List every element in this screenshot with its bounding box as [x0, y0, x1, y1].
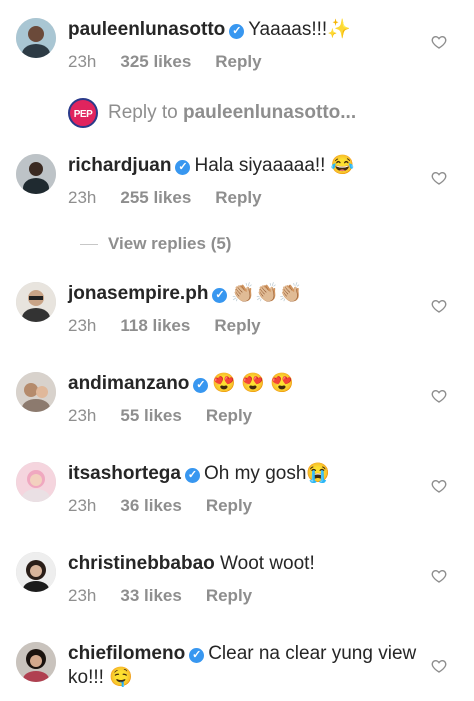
avatar[interactable]: [16, 18, 56, 58]
reply-button[interactable]: Reply: [206, 586, 252, 605]
timestamp: 23h: [68, 406, 97, 425]
likes-count[interactable]: 33 likes: [120, 586, 181, 605]
comment-meta: 23h 118 likes Reply: [68, 316, 285, 336]
comment-meta: 23h 33 likes Reply: [68, 586, 276, 606]
reply-composer[interactable]: PEP Reply to pauleenlunasotto...: [68, 98, 448, 130]
likes-count[interactable]: 325 likes: [120, 52, 191, 71]
reply-prefix: Reply to: [108, 102, 178, 123]
avatar[interactable]: [16, 154, 56, 194]
likes-count[interactable]: 118 likes: [120, 316, 190, 335]
view-replies-divider: [80, 244, 98, 245]
verified-badge-icon: ✓: [189, 648, 205, 663]
heart-icon[interactable]: [431, 658, 447, 674]
avatar[interactable]: [16, 282, 56, 322]
comment-line: andimanzano ✓ 😍 😍 😍: [68, 372, 424, 396]
comment-meta: 23h 255 likes Reply: [68, 188, 286, 208]
comment-text: Yaaaas!!!✨: [248, 19, 351, 40]
reply-button[interactable]: Reply: [206, 406, 252, 425]
reply-button[interactable]: Reply: [215, 188, 261, 207]
comment-line: itsashortega ✓ Oh my gosh😭: [68, 462, 424, 486]
username[interactable]: chiefilomeno: [68, 643, 185, 664]
comment-line: christinebbabao Woot woot!: [68, 552, 424, 576]
comment-meta: 23h 55 likes Reply: [68, 406, 276, 426]
username[interactable]: richardjuan: [68, 155, 171, 176]
comment-meta: 23h 36 likes Reply: [68, 496, 276, 516]
reply-button[interactable]: Reply: [215, 52, 261, 71]
timestamp: 23h: [68, 316, 97, 335]
avatar[interactable]: [16, 462, 56, 502]
comment-line: chiefilomeno ✓ Clear na clear yung view ko…: [68, 642, 424, 690]
timestamp: 23h: [68, 188, 97, 207]
comment-text: 👏🏼👏🏼👏🏼: [231, 283, 303, 304]
comment-line: jonasempire.ph ✓ 👏🏼👏🏼👏🏼: [68, 282, 424, 306]
view-replies-button[interactable]: View replies (5): [108, 234, 231, 254]
username[interactable]: pauleenlunasotto: [68, 19, 225, 40]
comment-text: 😍 😍 😍: [212, 373, 294, 394]
likes-count[interactable]: 36 likes: [120, 496, 181, 515]
verified-badge-icon: ✓: [212, 288, 228, 303]
timestamp: 23h: [68, 496, 97, 515]
timestamp: 23h: [68, 52, 97, 71]
heart-icon[interactable]: [431, 34, 447, 50]
verified-badge-icon: ✓: [184, 468, 200, 483]
verified-badge-icon: ✓: [229, 24, 245, 39]
heart-icon[interactable]: [431, 478, 447, 494]
verified-badge-icon: ✓: [175, 160, 191, 175]
reply-button[interactable]: Reply: [206, 496, 252, 515]
reply-button[interactable]: Reply: [214, 316, 260, 335]
avatar[interactable]: [16, 642, 56, 682]
heart-icon[interactable]: [431, 388, 447, 404]
reply-target: pauleenlunasotto...: [182, 102, 357, 123]
username[interactable]: itsashortega: [68, 463, 181, 484]
reply-input[interactable]: Reply to pauleenlunasotto...: [108, 102, 356, 124]
avatar[interactable]: [16, 372, 56, 412]
heart-icon[interactable]: [431, 298, 447, 314]
username[interactable]: andimanzano: [68, 373, 189, 394]
verified-badge-icon: ✓: [193, 378, 209, 393]
timestamp: 23h: [68, 586, 97, 605]
username[interactable]: jonasempire.ph: [68, 283, 208, 304]
comment-line: pauleenlunasotto ✓ Yaaaas!!!✨: [68, 18, 424, 42]
pep-avatar: PEP: [68, 98, 98, 128]
avatar[interactable]: [16, 552, 56, 592]
comment-text: Oh my gosh😭: [203, 463, 331, 484]
comment-meta: 23h 325 likes Reply: [68, 52, 286, 72]
comment-text: Woot woot!: [220, 553, 315, 574]
likes-count[interactable]: 55 likes: [120, 406, 181, 425]
comment-line: richardjuan ✓ Hala siyaaaaa!! 😂: [68, 154, 424, 178]
heart-icon[interactable]: [431, 568, 447, 584]
username[interactable]: christinebbabao: [68, 553, 215, 574]
heart-icon[interactable]: [431, 170, 447, 186]
likes-count[interactable]: 255 likes: [120, 188, 191, 207]
comment-text: Hala siyaaaaa!! 😂: [194, 155, 355, 176]
